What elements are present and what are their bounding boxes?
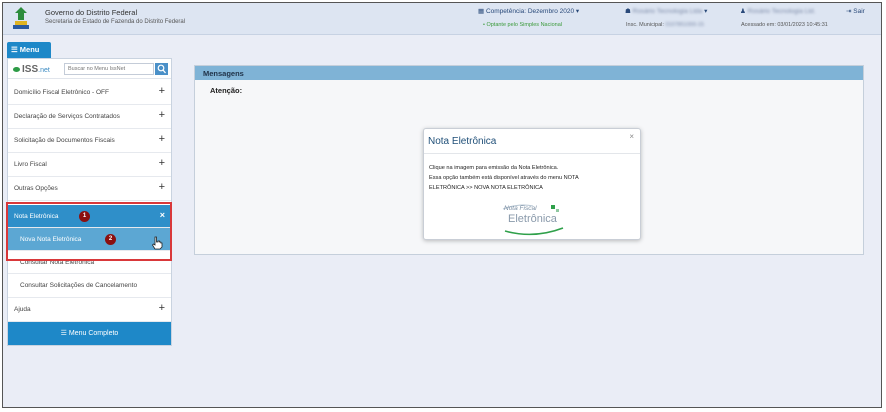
plus-icon: +	[158, 302, 165, 314]
plus-icon: +	[158, 133, 165, 145]
attention-label: Atenção:	[210, 86, 243, 95]
sidebar-item-solicitacao[interactable]: Solicitação de Documentos Fiscais +	[8, 129, 171, 153]
modal-text-line: ELETRÔNICA >> NOVA NOTA ELETRÔNICA	[429, 185, 543, 191]
modal-text-line: Clique na imagem para emissão da Nota El…	[429, 165, 559, 171]
browser-frame: Governo do Distrito Federal Secretaria d…	[2, 2, 882, 408]
gov-subtitle: Secretaria de Estado de Fazenda do Distr…	[45, 19, 186, 25]
messages-header: Mensagens	[195, 66, 863, 80]
messages-title: Mensagens	[203, 69, 244, 78]
close-icon[interactable]: ×	[629, 132, 634, 141]
sidebar-item-livro-fiscal[interactable]: Livro Fiscal +	[8, 153, 171, 177]
company-dropdown[interactable]: ☗ Rosário Tecnologia Ltda ▾	[625, 7, 707, 15]
sidebar-item-declaracao[interactable]: Declaração de Serviços Contratados +	[8, 105, 171, 129]
messages-panel: Mensagens Atenção: Nota Eletrônica × Cli…	[194, 65, 864, 255]
insc-municipal: Insc. Municipal: 0107851000-15	[626, 22, 704, 28]
plus-icon: +	[158, 181, 165, 193]
gov-title: Governo do Distrito Federal	[45, 8, 138, 17]
modal-title: Nota Eletrônica	[428, 136, 497, 147]
menu-search-input[interactable]	[64, 63, 154, 75]
sidebar-item-ajuda[interactable]: Ajuda +	[8, 298, 171, 322]
sidebar-item-domicilio[interactable]: Domicílio Fiscal Eletrônico - OFF +	[8, 81, 171, 105]
issnet-logo: ISS.net	[22, 64, 50, 75]
nota-eletronica-modal: Nota Eletrônica × Clique na imagem para …	[423, 128, 641, 240]
simples-status: • Optante pelo Simples Nacional	[483, 22, 562, 28]
logout-button[interactable]: ⇥ Sair	[846, 7, 865, 15]
search-icon	[157, 64, 166, 74]
modal-divider	[424, 153, 640, 154]
highlight-box	[6, 202, 172, 261]
modal-text-line: Essa opção também está disponível atravé…	[429, 175, 579, 181]
user-icon: ♟	[740, 8, 748, 15]
caret-down-icon: ▾	[574, 8, 580, 15]
top-header: Governo do Distrito Federal Secretaria d…	[3, 3, 881, 35]
search-button[interactable]	[155, 63, 168, 75]
sidebar-subitem-consultar-cancelamento[interactable]: Consultar Solicitações de Cancelamento	[8, 274, 171, 298]
calendar-icon: ▦	[478, 8, 486, 15]
sidebar-item-outras-opcoes[interactable]: Outras Opções +	[8, 177, 171, 201]
plus-icon: +	[158, 109, 165, 121]
menu-completo-button[interactable]: ☰ Menu Completo	[8, 322, 171, 345]
user-menu[interactable]: ♟ Rosário Tecnologia Ltd.	[740, 7, 815, 15]
menu-tab[interactable]: ☰ Menu	[7, 42, 51, 58]
caret-down-icon: ▾	[702, 8, 708, 15]
sidebar-search-row: ISS.net	[8, 59, 171, 79]
plus-icon: +	[158, 157, 165, 169]
issnet-leaf-icon	[13, 67, 20, 72]
plus-icon: +	[158, 85, 165, 97]
brasao-logo-icon	[13, 7, 29, 29]
building-icon: ☗	[625, 8, 633, 15]
hand-cursor-icon	[151, 236, 163, 250]
nota-fiscal-eletronica-logo[interactable]: Nota Fiscal Eletrônica	[499, 201, 569, 237]
competencia-dropdown[interactable]: ▦ Competência: Dezembro 2020 ▾	[478, 7, 579, 15]
last-access: Acessado em: 03/01/2023 10:45:31	[741, 22, 828, 28]
